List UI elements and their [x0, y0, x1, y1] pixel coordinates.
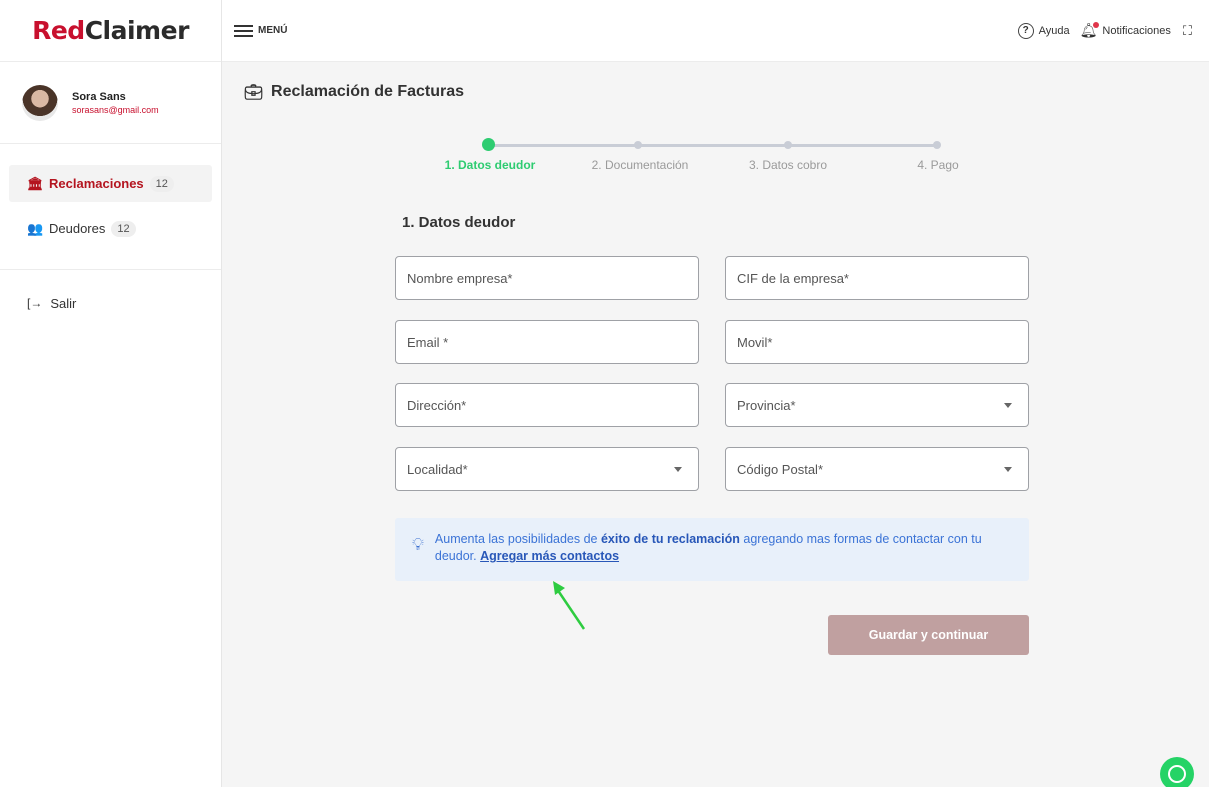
annotation-arrow	[553, 581, 586, 630]
fullscreen-icon[interactable]: ⛶	[1183, 23, 1192, 39]
menu-button[interactable]: MENÚ	[234, 24, 288, 37]
logout-button[interactable]: [→ Salir	[0, 270, 221, 336]
postal-code-select[interactable]: Código Postal*	[725, 447, 1029, 491]
sidebar: RedClaimer Sora Sans sorasans@gmail.com …	[0, 0, 222, 787]
user-profile[interactable]: Sora Sans sorasans@gmail.com	[0, 62, 221, 144]
logo[interactable]: RedClaimer	[0, 0, 221, 62]
bank-icon: 🏛	[27, 175, 44, 191]
email-field[interactable]: Email *	[395, 320, 699, 364]
step-label-1[interactable]: 1. Datos deudor	[445, 158, 536, 172]
help-label: Ayuda	[1038, 24, 1070, 37]
chevron-down-icon	[1004, 467, 1012, 472]
chevron-down-icon	[674, 467, 682, 472]
address-field[interactable]: Dirección*	[395, 383, 699, 427]
locality-select[interactable]: Localidad*	[395, 447, 699, 491]
sidebar-item-label: Reclamaciones	[49, 176, 144, 191]
count-badge: 12	[111, 220, 136, 237]
avatar	[22, 84, 58, 121]
step-connector	[638, 144, 788, 147]
logout-icon: [→	[27, 296, 43, 310]
page-title-text: Reclamación de Facturas	[271, 83, 465, 100]
lightbulb-icon: 💡︎	[412, 535, 424, 554]
company-name-field[interactable]: Nombre empresa*	[395, 256, 699, 300]
logo-dark: Claimer	[84, 16, 190, 45]
info-text: Aumenta las posibilidades de éxito de tu…	[435, 531, 1009, 565]
address-placeholder: Dirección*	[407, 397, 467, 413]
topbar: MENÚ ? Ayuda 🔔︎ Notificaciones ⛶	[222, 0, 1209, 62]
chevron-down-icon	[1004, 403, 1012, 408]
province-placeholder: Provincia*	[737, 397, 796, 413]
sidebar-item-reclamaciones[interactable]: 🏛 Reclamaciones 12	[9, 165, 212, 202]
info-text-before: Aumenta las posibilidades de	[434, 532, 601, 546]
save-continue-button[interactable]: Guardar y continuar	[828, 615, 1029, 655]
locality-placeholder: Localidad*	[407, 461, 468, 477]
notifications-link[interactable]: 🔔︎ Notificaciones	[1080, 22, 1171, 39]
province-select[interactable]: Provincia*	[725, 383, 1029, 427]
step-label-3[interactable]: 3. Datos cobro	[749, 158, 827, 172]
whatsapp-button[interactable]	[1160, 757, 1194, 787]
sidebar-item-label: Deudores	[49, 221, 106, 236]
user-name: Sora Sans	[72, 90, 126, 103]
step-connector	[788, 144, 938, 147]
step-label-2[interactable]: 2. Documentación	[592, 158, 689, 172]
stepper: 1. Datos deudor 2. Documentación 3. Dato…	[430, 138, 970, 178]
mobile-placeholder: Movil*	[737, 334, 773, 350]
cif-placeholder: CIF de la empresa*	[737, 270, 849, 286]
step-label-4[interactable]: 4. Pago	[917, 158, 958, 172]
step-dot-1	[482, 138, 495, 151]
add-contacts-link[interactable]: Agregar más contactos	[480, 549, 619, 563]
step-dot-4	[933, 141, 941, 149]
step-dot-3	[784, 141, 792, 149]
email-placeholder: Email *	[407, 334, 449, 350]
logo-red: Red	[32, 16, 85, 45]
help-link[interactable]: ? Ayuda	[1017, 22, 1070, 39]
logo-text: RedClaimer	[32, 16, 189, 45]
sidebar-nav: 🏛 Reclamaciones 12 👥 Deudores 12	[0, 144, 221, 270]
page-title: 💼︎ Reclamación de Facturas	[244, 83, 464, 101]
hamburger-icon	[234, 24, 253, 37]
postal-code-placeholder: Código Postal*	[737, 461, 823, 477]
mobile-field[interactable]: Movil*	[725, 320, 1029, 364]
bell-icon: 🔔︎	[1079, 22, 1100, 38]
cif-field[interactable]: CIF de la empresa*	[725, 256, 1029, 300]
company-name-placeholder: Nombre empresa*	[407, 270, 513, 286]
info-banner: 💡︎ Aumenta las posibilidades de éxito de…	[395, 518, 1029, 581]
user-email: sorasans@gmail.com	[72, 104, 159, 115]
count-badge: 12	[149, 175, 174, 192]
logout-label: Salir	[50, 295, 77, 311]
users-icon: 👥	[27, 220, 44, 236]
notifications-label: Notificaciones	[1102, 24, 1171, 37]
step-dot-2	[634, 141, 642, 149]
help-icon: ?	[1017, 22, 1034, 39]
section-title: 1. Datos deudor	[402, 214, 516, 231]
step-connector	[488, 144, 638, 147]
info-text-bold: éxito de tu reclamación	[600, 532, 740, 546]
briefcase-icon: 💼︎	[244, 84, 264, 101]
sidebar-item-deudores[interactable]: 👥 Deudores 12	[9, 210, 212, 247]
menu-label: MENÚ	[258, 25, 288, 36]
whatsapp-icon	[1168, 765, 1186, 783]
